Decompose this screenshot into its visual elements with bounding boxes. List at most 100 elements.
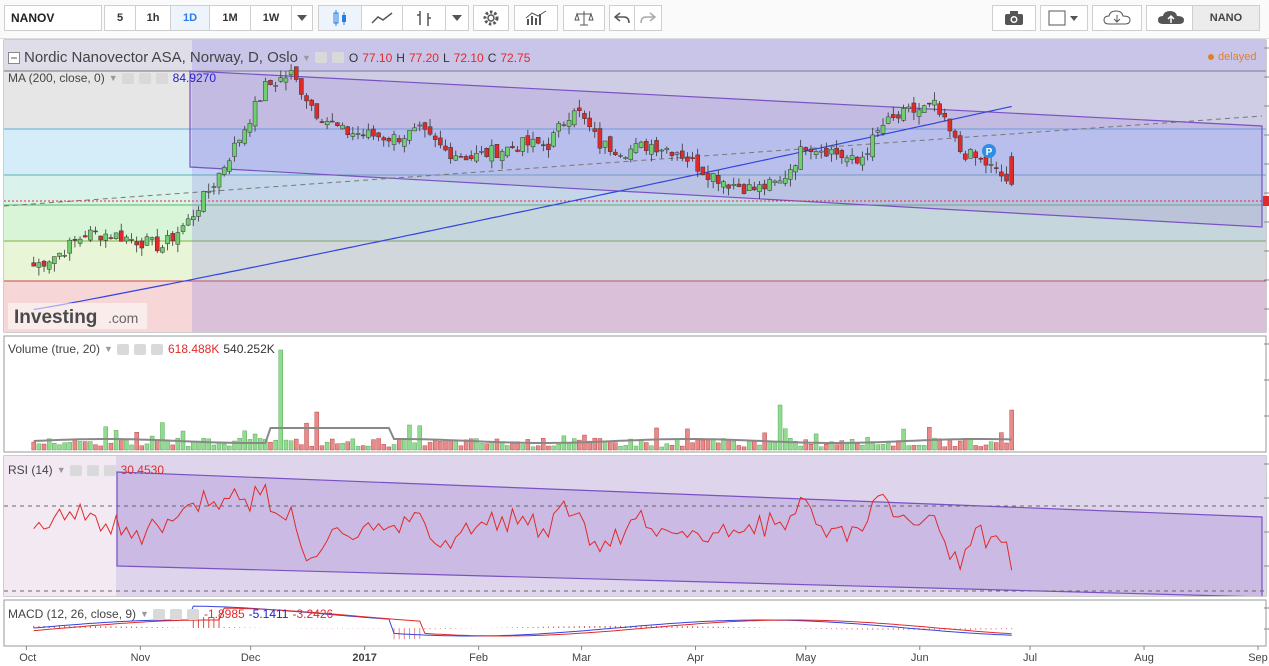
volume-bar (757, 444, 762, 451)
candle (921, 104, 927, 114)
symbol-input[interactable]: NANOV (4, 5, 102, 31)
volume-bar (880, 444, 886, 451)
chevron-down-icon[interactable]: ▼ (140, 609, 149, 619)
volume-bar (52, 443, 57, 451)
x-tick-label: Apr (687, 652, 704, 664)
settings-small-icon[interactable] (138, 72, 151, 84)
volume-bar (88, 441, 93, 451)
volume-bar (592, 437, 597, 451)
undo-button[interactable] (609, 5, 635, 31)
volume-bar (505, 445, 510, 451)
interval-1w-button[interactable]: 1W (250, 5, 292, 31)
load-cloud-button[interactable] (1092, 5, 1142, 31)
volume-bar (371, 439, 376, 451)
volume-bar (170, 444, 175, 451)
toolbar: NANOV 5 1h 1D 1M 1W NANO (0, 0, 1269, 39)
settings-small-icon[interactable] (86, 464, 99, 476)
volume-bar (201, 438, 206, 451)
interval-dropdown-button[interactable] (291, 5, 313, 31)
eye-icon[interactable] (116, 343, 129, 355)
ma-label: MA (200, close, 0) (8, 71, 105, 85)
settings-button[interactable] (473, 5, 509, 31)
volume-bar (191, 441, 196, 451)
line-style-button[interactable] (361, 5, 403, 31)
eye-icon[interactable] (121, 72, 134, 84)
redo-button[interactable] (634, 5, 662, 31)
volume-bar (834, 444, 839, 451)
compare-button[interactable] (563, 5, 605, 31)
collapse-icon[interactable] (8, 51, 20, 64)
volume-bar (319, 445, 325, 451)
chevron-down-icon[interactable]: ▼ (302, 53, 311, 63)
candle (494, 144, 500, 158)
volume-bar (783, 428, 788, 451)
eye-icon[interactable] (69, 464, 82, 476)
snapshot-button[interactable] (992, 5, 1036, 31)
volume-bar (252, 433, 258, 451)
nano-badge[interactable]: NANO (1192, 5, 1260, 31)
interval-1h-button[interactable]: 1h (135, 5, 171, 31)
volume-bar (808, 444, 814, 451)
eye-icon[interactable] (314, 52, 327, 63)
p-marker-label: P (986, 147, 993, 158)
volume-bar (345, 441, 350, 451)
high-value: 77.20 (408, 50, 439, 65)
rsi-legend: RSI (14) ▼ 30.4530 (8, 463, 164, 477)
volume-bar (844, 444, 850, 451)
x-tick-label: Mar (572, 652, 591, 664)
volume-bar (731, 441, 736, 451)
macd-hist-value: -3.2426 (292, 607, 334, 621)
interval-1m-button[interactable]: 1M (209, 5, 251, 31)
candle (293, 66, 299, 83)
bars-icon (417, 11, 431, 26)
settings-small-icon[interactable] (169, 608, 182, 620)
color-picker-button[interactable] (1040, 5, 1088, 31)
volume-bar (556, 443, 561, 451)
volume-bar (407, 424, 412, 451)
close-icon[interactable] (186, 608, 199, 620)
interval-1d-button[interactable]: 1D (170, 5, 210, 31)
eye-icon[interactable] (152, 608, 165, 620)
watermark-brand: Investing (14, 307, 97, 328)
volume-bar (901, 428, 906, 451)
interval-5-button[interactable]: 5 (104, 5, 136, 31)
volume-bar (216, 442, 222, 451)
candle (1009, 152, 1014, 187)
close-icon[interactable] (103, 464, 116, 476)
chevron-down-icon[interactable]: ▼ (104, 344, 113, 354)
volume-bar (412, 442, 417, 451)
chevron-down-icon[interactable]: ▼ (57, 465, 66, 475)
indicators-button[interactable] (514, 5, 558, 31)
volume-bar (335, 443, 340, 451)
volume-bar (855, 443, 860, 451)
low-label: L (442, 50, 450, 65)
volume-ma-value: 540.252K (223, 342, 275, 356)
macd-signal-value: -5.1411 (248, 607, 289, 621)
volume-bar (705, 439, 711, 451)
gear-icon (483, 10, 499, 26)
volume-bar (309, 445, 314, 451)
settings-small-icon[interactable] (331, 52, 344, 63)
settings-small-icon[interactable] (133, 343, 146, 355)
ma-legend: MA (200, close, 0) ▼ 84.9270 (8, 71, 216, 85)
volume-bar (767, 441, 772, 451)
volume-bar (288, 440, 294, 451)
style-dropdown-button[interactable] (445, 5, 469, 31)
bars-style-button[interactable] (402, 5, 446, 31)
chart-title: Nordic Nanovector ASA, Norway, D, Oslo (24, 49, 298, 66)
volume-bar (391, 444, 397, 451)
volume-bar (206, 438, 211, 451)
close-icon[interactable] (155, 72, 168, 84)
volume-bar (865, 437, 870, 451)
volume-bar (72, 439, 78, 451)
volume-bar (283, 439, 289, 451)
save-cloud-button[interactable] (1146, 5, 1196, 31)
candle (571, 108, 577, 128)
candles-style-button[interactable] (318, 5, 362, 31)
close-icon[interactable] (150, 343, 163, 355)
chevron-down-icon[interactable]: ▼ (109, 73, 118, 83)
volume-bar (710, 438, 716, 451)
volume-bar (144, 443, 150, 451)
volume-bar (690, 442, 695, 451)
x-tick-label: Nov (131, 652, 151, 664)
